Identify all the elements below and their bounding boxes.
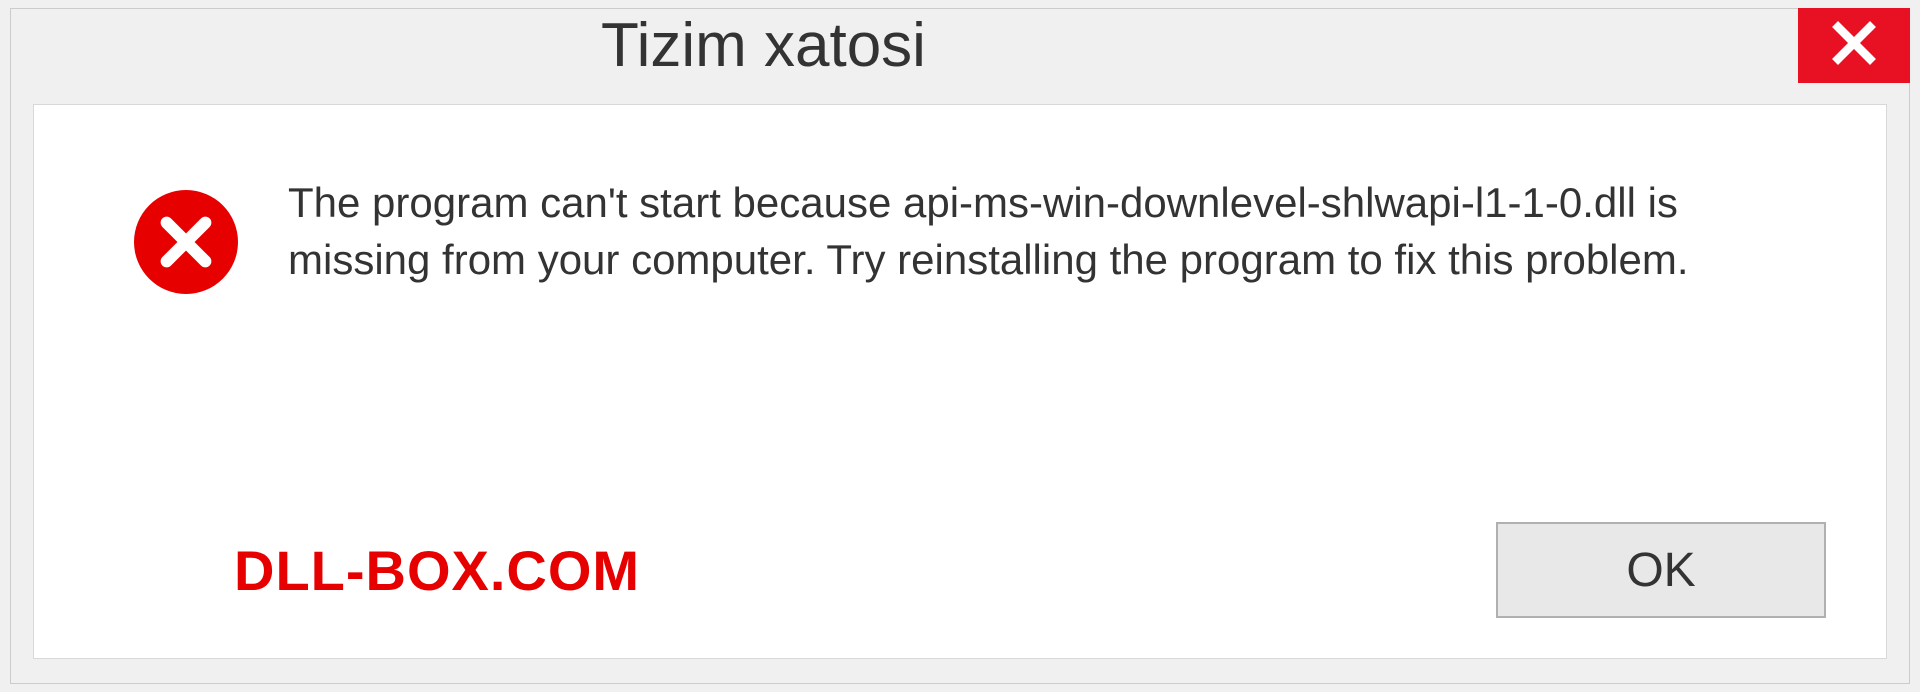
close-icon	[1830, 19, 1878, 72]
ok-button-label: OK	[1626, 543, 1695, 598]
close-button[interactable]	[1798, 8, 1910, 83]
watermark-text: DLL-BOX.COM	[234, 538, 640, 603]
dialog-footer: DLL-BOX.COM OK	[34, 522, 1886, 658]
error-icon-wrap	[134, 175, 238, 294]
message-row: The program can't start because api-ms-w…	[34, 105, 1886, 522]
error-message: The program can't start because api-ms-w…	[288, 175, 1816, 288]
error-dialog: Tizim xatosi The program can't start bec…	[10, 8, 1910, 684]
title-bar: Tizim xatosi	[11, 9, 1909, 104]
error-icon	[134, 190, 238, 294]
dialog-title: Tizim xatosi	[11, 9, 926, 83]
dialog-content: The program can't start because api-ms-w…	[33, 104, 1887, 659]
ok-button[interactable]: OK	[1496, 522, 1826, 618]
